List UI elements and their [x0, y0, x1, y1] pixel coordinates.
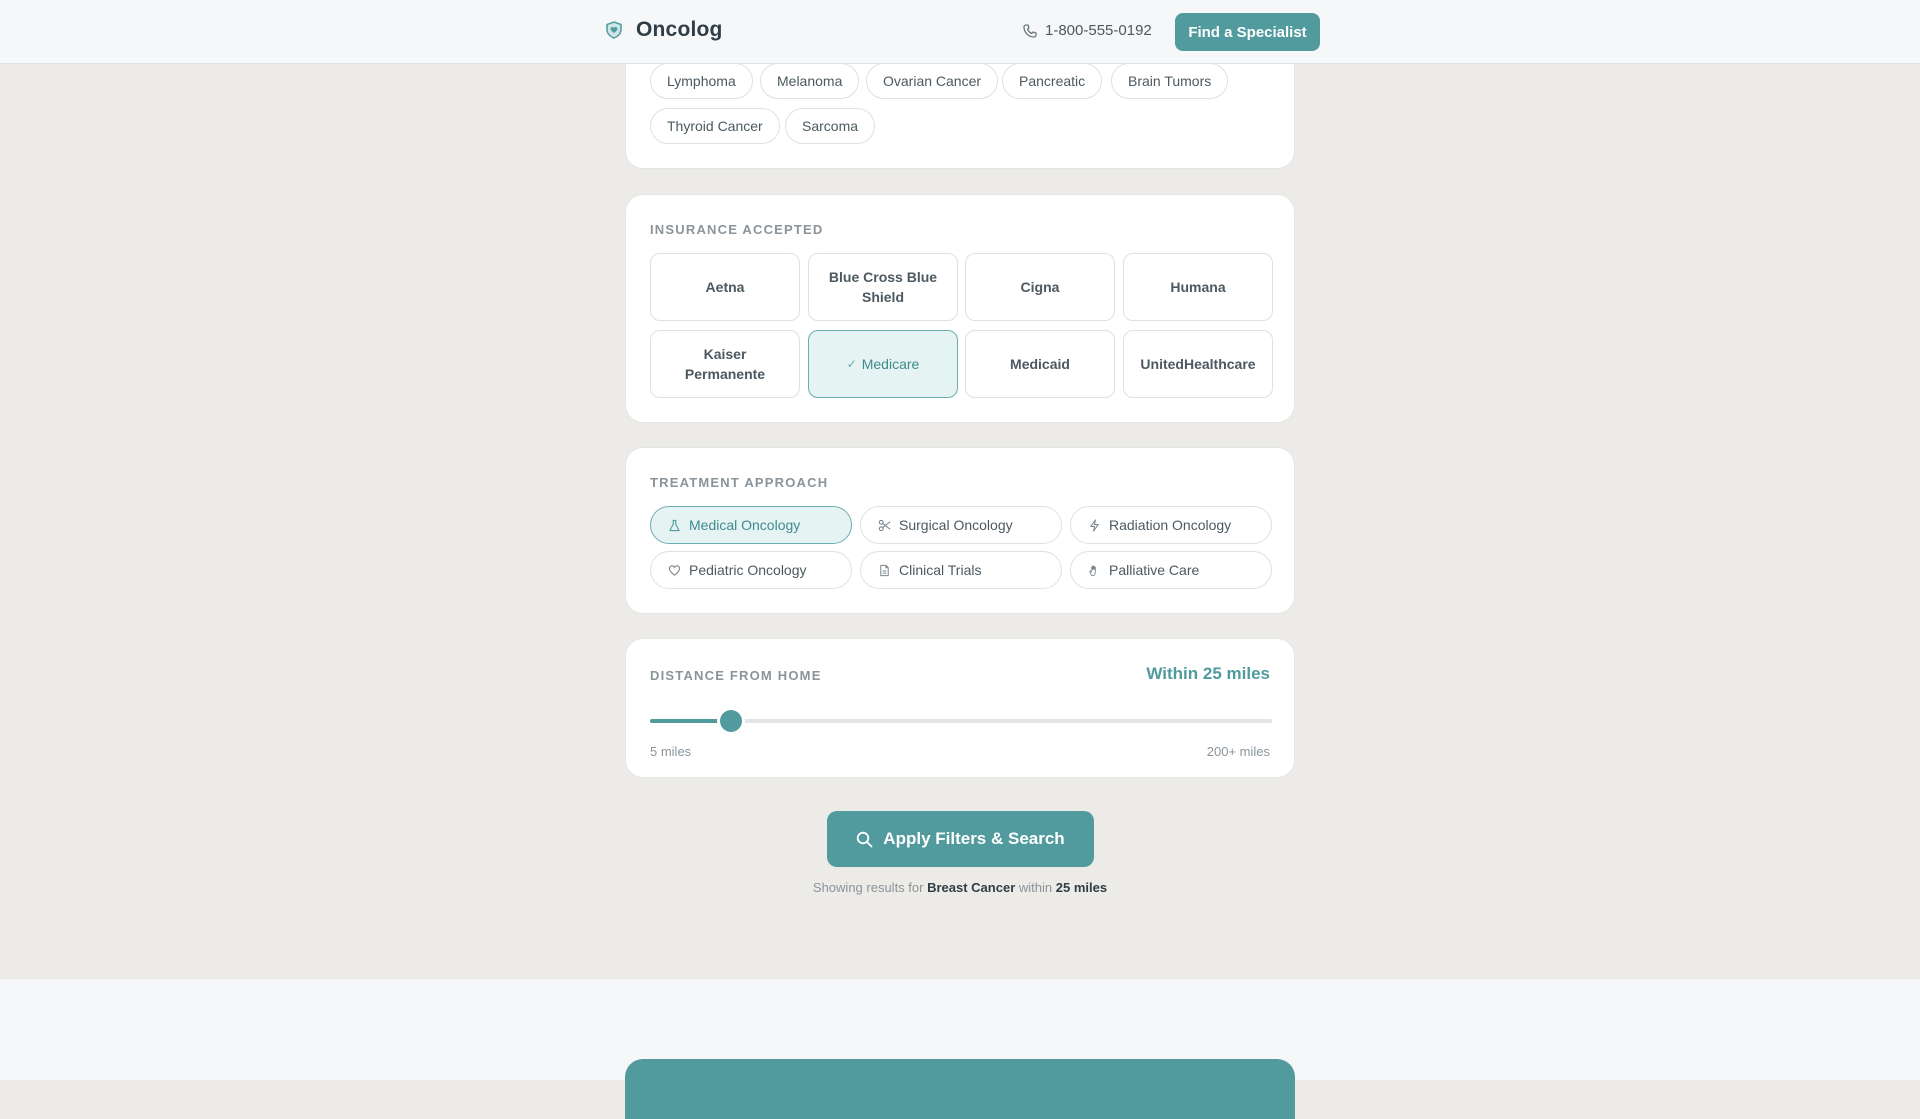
summary-condition: Breast Cancer [927, 880, 1016, 895]
insurance-aetna[interactable]: Aetna [650, 253, 800, 321]
treatment-label: Surgical Oncology [899, 517, 1013, 533]
insurance-card: INSURANCE ACCEPTED Aetna Blue Cross Blue… [625, 194, 1295, 423]
phone-link[interactable]: 1-800-555-0192 [1022, 22, 1152, 39]
shield-heart-icon [606, 21, 622, 39]
insurance-label: Medicare [861, 356, 920, 372]
apply-filters-label: Apply Filters & Search [883, 829, 1065, 848]
treatment-label: Medical Oncology [689, 517, 801, 533]
apply-filters-button[interactable]: Apply Filters & Search [827, 811, 1094, 867]
treatment-label: Pediatric Oncology [689, 562, 807, 578]
treatment-label: Radiation Oncology [1109, 517, 1232, 533]
distance-card: DISTANCE FROM HOME Within 25 miles 5 mil… [625, 638, 1295, 778]
flask-icon [669, 519, 680, 531]
check-icon: ✓ [846, 357, 857, 371]
top-nav: Oncolog 1-800-555-0192 Find a Specialist [0, 0, 1920, 64]
distance-value-label: Within 25 miles [1146, 664, 1270, 683]
insurance-title: INSURANCE ACCEPTED [650, 222, 824, 237]
treatment-palliative-care[interactable]: Palliative Care [1070, 551, 1272, 589]
insurance-cigna[interactable]: Cigna [965, 253, 1115, 321]
insurance-bcbs[interactable]: Blue Cross Blue Shield [808, 253, 958, 321]
cancer-type-brain-tumors[interactable]: Brain Tumors [1111, 63, 1229, 99]
distance-slider[interactable] [650, 710, 1272, 732]
cancer-type-sarcoma[interactable]: Sarcoma [785, 108, 876, 144]
treatment-label: Clinical Trials [899, 562, 982, 578]
cancer-type-thyroid[interactable]: Thyroid Cancer [650, 108, 780, 144]
results-card-top [625, 1059, 1295, 1119]
phone-icon [1023, 23, 1037, 38]
distance-slider-thumb[interactable] [720, 710, 742, 732]
brand-logo[interactable]: Oncolog [604, 18, 723, 42]
treatment-label: Palliative Care [1109, 562, 1200, 578]
heart-icon [668, 564, 681, 576]
treatment-surgical-oncology[interactable]: Surgical Oncology [860, 506, 1062, 544]
treatment-card: TREATMENT APPROACH Medical Oncology Surg… [625, 447, 1295, 614]
search-icon [857, 831, 873, 847]
insurance-label: Blue Cross Blue Shield [828, 269, 938, 305]
find-specialist-button[interactable]: Find a Specialist [1175, 13, 1320, 51]
cancer-type-melanoma[interactable]: Melanoma [760, 63, 860, 99]
insurance-kaiser[interactable]: Kaiser Permanente [650, 330, 800, 398]
insurance-label: Medicaid [1010, 356, 1070, 372]
distance-max-label: 200+ miles [1206, 744, 1270, 759]
distance-title: DISTANCE FROM HOME [650, 668, 822, 683]
insurance-medicare[interactable]: ✓ Medicare [808, 330, 958, 398]
insurance-label: Humana [1170, 279, 1226, 295]
treatment-radiation-oncology[interactable]: Radiation Oncology [1070, 506, 1272, 544]
summary-middle: within [1018, 880, 1053, 895]
scissors-icon [878, 519, 891, 531]
summary-distance: 25 miles [1055, 880, 1108, 895]
treatment-medical-oncology[interactable]: Medical Oncology [650, 506, 852, 544]
phone-number: 1-800-555-0192 [1045, 22, 1152, 39]
insurance-label: Kaiser Permanente [684, 346, 766, 382]
cancer-type-ovarian[interactable]: Ovarian Cancer [866, 63, 999, 99]
cancer-type-pancreatic[interactable]: Pancreatic [1002, 63, 1103, 99]
treatment-pediatric-oncology[interactable]: Pediatric Oncology [650, 551, 852, 589]
insurance-label: UnitedHealthcare [1140, 356, 1256, 372]
treatment-clinical-trials[interactable]: Clinical Trials [860, 551, 1062, 589]
insurance-label: Aetna [705, 279, 745, 295]
insurance-humana[interactable]: Humana [1123, 253, 1273, 321]
hand-icon [1089, 564, 1096, 576]
document-icon [880, 564, 889, 576]
treatment-title: TREATMENT APPROACH [650, 475, 829, 490]
insurance-label: Cigna [1020, 279, 1060, 295]
distance-slider-fill [650, 719, 731, 723]
results-summary: Showing results for Breast Cancer within… [625, 880, 1295, 895]
sparkle-icon [1090, 518, 1099, 532]
insurance-medicaid[interactable]: Medicaid [965, 330, 1115, 398]
brand-name: Oncolog [636, 18, 723, 41]
distance-min-label: 5 miles [650, 744, 692, 759]
insurance-unitedhealthcare[interactable]: UnitedHealthcare [1123, 330, 1273, 398]
summary-prefix: Showing results for [812, 880, 924, 895]
cancer-type-lymphoma[interactable]: Lymphoma [650, 63, 753, 99]
